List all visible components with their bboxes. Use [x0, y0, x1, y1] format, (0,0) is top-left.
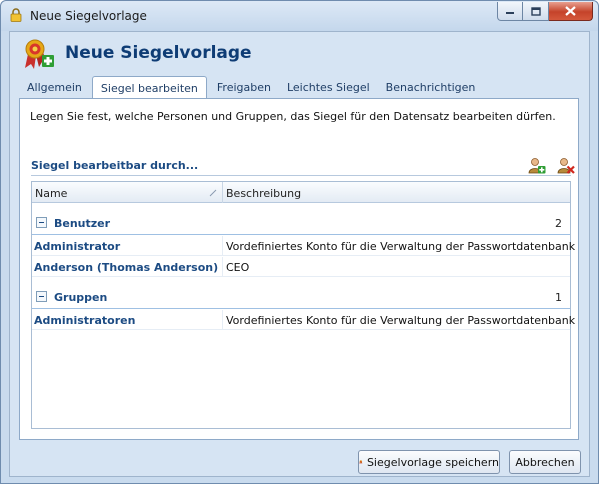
row-name: Anderson (Thomas Anderson): [34, 261, 219, 274]
group-row-benutzer[interactable]: Benutzer 2: [32, 211, 570, 235]
permissions-grid: Name Beschreibung Benutzer 2 Administrat…: [31, 181, 575, 429]
cell-divider: [222, 310, 223, 330]
row-name: Administrator: [34, 240, 121, 253]
sort-icon: [209, 189, 217, 197]
table-row[interactable]: Anderson (Thomas Anderson) CEO: [32, 257, 570, 277]
save-template-button[interactable]: Siegelvorlage speichern: [358, 450, 500, 474]
seal-add-icon: [25, 39, 54, 69]
row-name: Administratoren: [34, 314, 136, 327]
tab-panel: Legen Sie fest, welche Personen und Grup…: [19, 98, 579, 440]
add-user-icon[interactable]: [528, 157, 546, 175]
column-separator[interactable]: [222, 182, 223, 203]
save-button-label: Siegelvorlage speichern: [366, 455, 499, 469]
minimize-button[interactable]: [497, 2, 523, 21]
dialog-client: Neue Siegelvorlage Allgemein Siegel bear…: [9, 31, 590, 477]
maximize-button[interactable]: [523, 2, 549, 21]
seal-icon: [359, 460, 363, 464]
group-count: 1: [555, 291, 562, 304]
tab-siegel-bearbeiten[interactable]: Siegel bearbeiten: [91, 76, 207, 98]
collapse-icon[interactable]: [36, 217, 47, 228]
tab-allgemein[interactable]: Allgemein: [19, 76, 90, 98]
cell-divider: [222, 257, 223, 277]
window-title: Neue Siegelvorlage: [30, 9, 147, 23]
group-label: Benutzer: [54, 217, 111, 230]
section-title: Siegel bearbeitbar durch...: [31, 159, 199, 172]
row-description: Vordefiniertes Konto für die Verwaltung …: [226, 240, 576, 253]
group-label: Gruppen: [54, 291, 108, 304]
remove-user-icon[interactable]: [557, 157, 575, 175]
cell-divider: [222, 236, 223, 256]
tab-freigaben[interactable]: Freigaben: [209, 76, 279, 98]
row-description: Vordefiniertes Konto für die Verwaltung …: [226, 314, 576, 327]
window-controls: [497, 2, 593, 21]
column-header-description[interactable]: Beschreibung: [226, 187, 301, 200]
maximize-icon: [530, 6, 541, 16]
title-bar[interactable]: Neue Siegelvorlage: [1, 1, 598, 31]
tab-strip: Allgemein Siegel bearbeiten Freigaben Le…: [19, 76, 483, 98]
cancel-button[interactable]: Abbrechen: [509, 450, 581, 474]
cancel-button-label: Abbrechen: [515, 455, 575, 469]
table-row[interactable]: Administrator Vordefiniertes Konto für d…: [32, 236, 575, 256]
close-button[interactable]: [549, 2, 593, 21]
minimize-icon: [506, 12, 514, 14]
dialog-heading: Neue Siegelvorlage: [65, 43, 252, 63]
grid-header: Name Beschreibung: [32, 182, 570, 203]
collapse-icon[interactable]: [36, 291, 47, 302]
table-row[interactable]: Administratoren Vordefiniertes Konto für…: [32, 310, 575, 330]
group-row-gruppen[interactable]: Gruppen 1: [32, 285, 570, 309]
close-icon: [565, 6, 576, 16]
dialog-window: Neue Siegelvorlage Neue Siegelvorlage Al…: [0, 0, 599, 484]
lock-icon: [10, 8, 22, 22]
intro-text: Legen Sie fest, welche Personen und Grup…: [30, 110, 556, 123]
section-divider: [31, 175, 571, 176]
tab-benachrichtigen[interactable]: Benachrichtigen: [378, 76, 484, 98]
column-header-name[interactable]: Name: [35, 187, 67, 200]
tab-leichtes-siegel[interactable]: Leichtes Siegel: [279, 76, 378, 98]
group-count: 2: [555, 217, 562, 230]
row-description: CEO: [226, 261, 250, 274]
